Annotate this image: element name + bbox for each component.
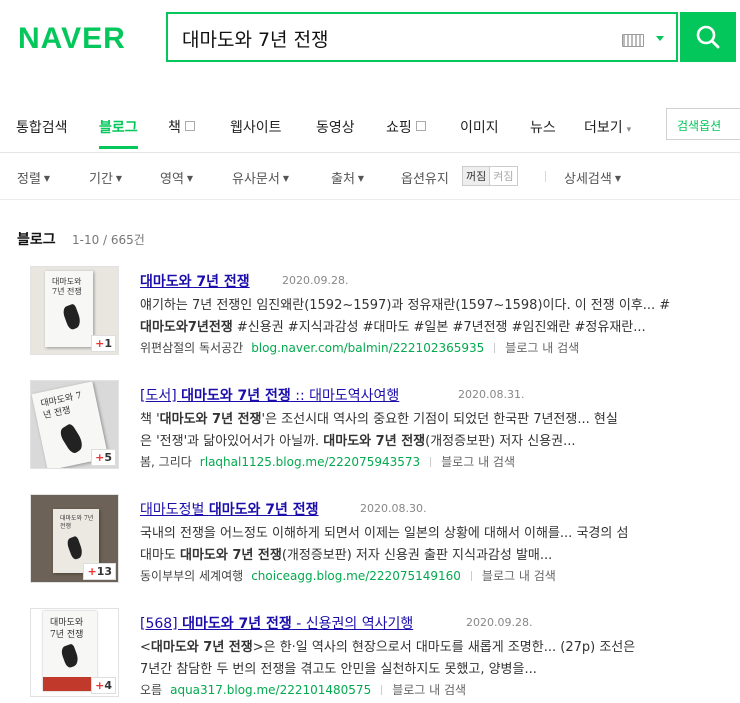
window-icon (184, 121, 195, 131)
divider (545, 171, 546, 182)
in-blog-search-link[interactable]: 블로그 내 검색 (441, 455, 515, 469)
search-options-button[interactable]: 검색옵션 (666, 108, 740, 140)
thumbnail[interactable]: 대마도와 7년 전쟁 +1 (30, 266, 119, 355)
tab-news[interactable]: 뉴스 (530, 117, 556, 137)
result-title[interactable]: 대마도정벌 대마도와 7년 전쟁 (140, 499, 319, 519)
book-cover: 대마도와 7년 전쟁 (43, 611, 97, 691)
result-count: 1-10 / 665건 (72, 233, 145, 247)
tab-image[interactable]: 이미지 (460, 117, 499, 137)
in-blog-search-link[interactable]: 블로그 내 검색 (482, 569, 556, 583)
in-blog-search-link[interactable]: 블로그 내 검색 (392, 683, 466, 697)
thumbnail[interactable]: 대마도와 7년 전쟁 +13 (30, 494, 119, 583)
result-meta: 위편삼절의 독서공간 blog.naver.com/balmin/22210236… (140, 339, 579, 356)
chevron-down-icon: ▾ (626, 125, 632, 135)
blog-url[interactable]: blog.naver.com/balmin/222102365935 (251, 341, 484, 355)
search-icon (696, 25, 720, 49)
filter-similar[interactable]: 유사문서 ▼ (232, 168, 289, 187)
section-title: 블로그 (17, 232, 56, 248)
blog-url[interactable]: choiceagg.blog.me/222075149160 (251, 569, 461, 583)
blog-name[interactable]: 동이부부의 세계여행 (140, 569, 243, 583)
blog-name[interactable]: 봄, 그리다 (140, 455, 192, 469)
cover-title: 대마도와 7년 전쟁 (50, 618, 84, 640)
window-icon (415, 121, 426, 131)
result-snippet: 국내의 전쟁을 어느정도 이해하게 되면서 이제는 일본의 상황에 대해서 이해… (140, 526, 629, 563)
result-meta: 동이부부의 세계여행 choiceagg.blog.me/222075149160… (140, 567, 556, 584)
tab-website[interactable]: 웹사이트 (230, 117, 282, 137)
tab-more[interactable]: 더보기 ▾ (584, 117, 631, 137)
map-shape (65, 535, 85, 561)
naver-logo[interactable]: NAVER (18, 22, 126, 56)
count-badge: +13 (83, 563, 116, 580)
chevron-down-icon[interactable] (656, 36, 664, 41)
result-date: 2020.08.30. (360, 502, 427, 515)
result-meta: 오름 aqua317.blog.me/222101480575 블로그 내 검색 (140, 681, 466, 698)
keep-option-toggle[interactable]: 꺼짐 켜짐 (462, 166, 518, 186)
count-badge: +1 (91, 335, 116, 352)
blog-url[interactable]: aqua317.blog.me/222101480575 (170, 683, 371, 697)
result-snippet: 책 '대마도와 7년 전쟁'은 조선시대 역사의 중요한 기점이 되었던 한국판… (140, 412, 618, 449)
keep-option-label: 옵션유지 (401, 172, 449, 187)
tab-blog[interactable]: 블로그 (99, 117, 138, 149)
vertical-tabs: 통합검색 블로그 책 웹사이트 동영상 쇼핑 이미지 뉴스 더보기 ▾ (0, 92, 740, 153)
tab-integrated[interactable]: 통합검색 (16, 117, 68, 137)
filter-sort[interactable]: 정렬 ▼ (17, 168, 50, 187)
blog-name[interactable]: 오름 (140, 683, 162, 697)
toggle-on[interactable]: 켜짐 (489, 166, 518, 186)
result-date: 2020.08.31. (458, 388, 525, 401)
search-query[interactable]: 대마도와 7년 전쟁 (182, 25, 329, 52)
list-item: 대마도와 7년 전쟁 +5 [도서] 대마도와 7년 전쟁 :: 대마도역사여행… (0, 380, 740, 474)
cover-title: 대마도와 7년 전쟁 (60, 515, 94, 530)
filter-detail[interactable]: 상세검색 ▼ (564, 168, 621, 187)
thumbnail[interactable]: 대마도와 7년 전쟁 +5 (30, 380, 119, 469)
count-badge: +4 (91, 677, 116, 694)
result-title[interactable]: 대마도와 7년 전쟁 (140, 271, 250, 291)
tab-more-label: 더보기 (584, 120, 623, 136)
chevron-down-icon: ▼ (282, 174, 289, 183)
toggle-off[interactable]: 꺼짐 (462, 166, 491, 186)
tab-book[interactable]: 책 (168, 117, 195, 137)
chevron-down-icon: ▼ (115, 174, 123, 183)
thumbnail[interactable]: 대마도와 7년 전쟁 +4 (30, 608, 119, 697)
chevron-down-icon: ▼ (357, 174, 365, 183)
map-shape (59, 643, 81, 669)
count-badge: +5 (91, 449, 116, 466)
chevron-down-icon: ▼ (43, 174, 51, 183)
chevron-down-icon: ▼ (614, 174, 621, 183)
list-item: 대마도와 7년 전쟁 +13 대마도정벌 대마도와 7년 전쟁 2020.08.… (0, 494, 740, 588)
result-snippet: <대마도와 7년 전쟁>은 한·일 역사의 현장으로서 대마도를 새롭게 조명한… (140, 640, 636, 677)
cover-title: 대마도와 7년 전쟁 (52, 277, 82, 296)
search-button[interactable] (680, 12, 736, 62)
result-snippet: 얘기하는 7년 전쟁인 임진왜란(1592~1597)과 정유재란(1597~1… (140, 298, 671, 335)
filter-area[interactable]: 영역 ▼ (160, 168, 193, 187)
chevron-down-icon: ▼ (186, 174, 194, 183)
list-item: 대마도와 7년 전쟁 +4 [568] 대마도와 7년 전쟁 - 신용권의 역사… (0, 608, 740, 702)
map-shape (61, 303, 83, 331)
tab-video[interactable]: 동영상 (316, 117, 355, 137)
result-date: 2020.09.28. (466, 616, 533, 629)
tab-shopping-label: 쇼핑 (386, 120, 412, 136)
blog-url[interactable]: rlaqhal1125.blog.me/222075943573 (200, 455, 420, 469)
keyboard-icon[interactable] (622, 34, 644, 47)
map-shape (57, 422, 86, 456)
result-title[interactable]: [도서] 대마도와 7년 전쟁 :: 대마도역사여행 (140, 385, 399, 405)
filter-period[interactable]: 기간 ▼ (89, 168, 122, 187)
result-meta: 봄, 그리다 rlaqhal1125.blog.me/222075943573 블로… (140, 453, 515, 470)
tab-shopping[interactable]: 쇼핑 (386, 117, 426, 137)
book-cover: 대마도와 7년 전쟁 (45, 271, 93, 347)
search-input[interactable]: 대마도와 7년 전쟁 (166, 12, 678, 62)
list-item: 대마도와 7년 전쟁 +1 대마도와 7년 전쟁 2020.09.28. 얘기하… (0, 266, 740, 360)
cover-band (43, 677, 97, 691)
result-date: 2020.09.28. (282, 274, 349, 287)
cover-title: 대마도와 7년 전쟁 (39, 391, 83, 422)
tab-book-label: 책 (168, 120, 181, 136)
in-blog-search-link[interactable]: 블로그 내 검색 (505, 341, 579, 355)
result-title[interactable]: [568] 대마도와 7년 전쟁 - 신용권의 역사기행 (140, 613, 413, 633)
blog-name[interactable]: 위편삼절의 독서공간 (140, 341, 243, 355)
filter-source[interactable]: 출처 ▼ (331, 168, 364, 187)
